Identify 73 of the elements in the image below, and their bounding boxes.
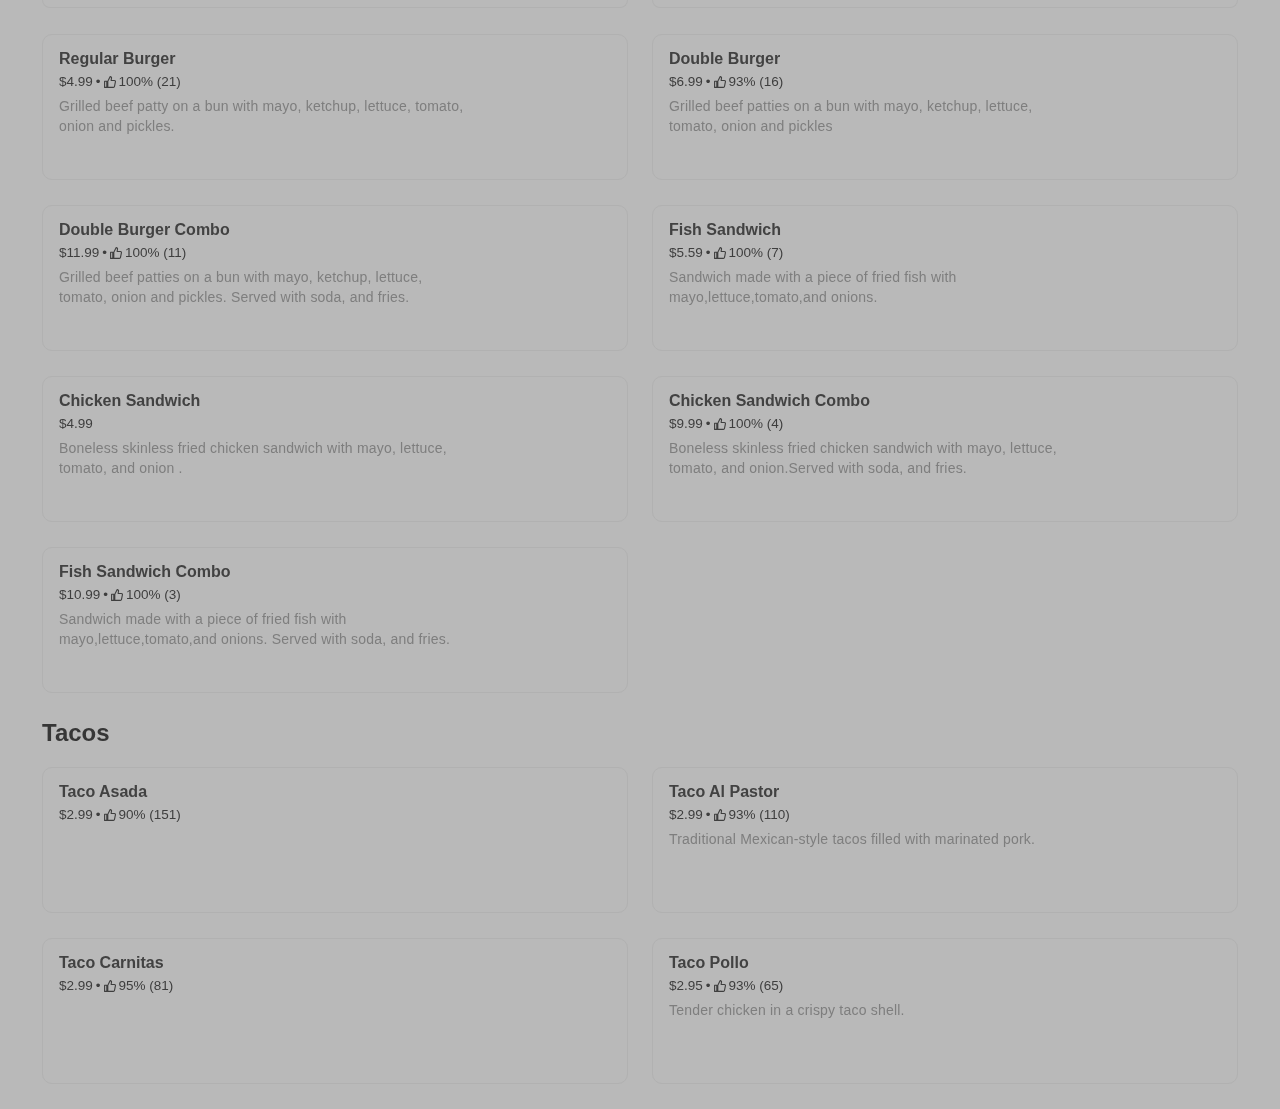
menu-item-card[interactable]: Taco Carnitas $2.99 • 95% (81) (42, 938, 628, 1084)
menu-item-card[interactable]: Chicken Sandwich Combo $9.99 • 100% (4) Boneless skinless fried chicken sandwich with mayo, lettuce, tomato, and onion.Served with soda, and fries. (652, 376, 1238, 522)
thumbs-up-icon (103, 76, 116, 88)
menu-item-card[interactable]: Fish Sandwich Combo $10.99 • 100% (3) Sandwich made with a piece of fried fish with mayo,lettuce,tomato,and onions. Served with soda, and fries. (42, 547, 628, 693)
item-name: Taco Al Pastor (669, 782, 781, 802)
item-rating: 93% (65) (728, 977, 784, 995)
item-rating: 100% (11) (125, 244, 187, 262)
item-price: $5.59 (669, 244, 703, 262)
separator-dot: • (705, 977, 711, 995)
item-name: Fish Sandwich Combo (59, 562, 232, 582)
separator-dot: • (95, 977, 101, 995)
item-price: $4.99 (59, 73, 93, 91)
menu-item-card[interactable]: Chicken Sandwich $4.99 Boneless skinless fried chicken sandwich with mayo, lettuce, tomato, and onion . (42, 376, 628, 522)
item-description: Tender chicken in a crispy taco shell. (669, 1001, 906, 1020)
thumbs-up-icon (713, 980, 726, 992)
thumbs-up-icon (713, 809, 726, 821)
separator-dot: • (705, 415, 711, 433)
menu-item-card[interactable]: Taco Pollo $2.95 • 93% (65) Tender chicken in a crispy taco shell. (652, 938, 1238, 1084)
item-description: Grilled beef patties on a bun with mayo, ketchup, lettuce, tomato, onion and pickles. Served with soda, and fries. (59, 268, 424, 307)
item-price: $9.99 (669, 415, 703, 433)
thumbs-up-icon (103, 980, 116, 992)
item-rating: 93% (110) (728, 806, 790, 824)
item-name: Chicken Sandwich (59, 391, 202, 411)
item-price: $4.99 (59, 415, 93, 433)
item-price: $2.99 (59, 977, 93, 995)
item-rating: 100% (3) (126, 586, 181, 604)
separator-dot: • (103, 586, 109, 604)
item-name: Taco Carnitas (59, 953, 165, 973)
thumbs-up-icon (111, 589, 124, 601)
item-price: $10.99 (59, 586, 101, 604)
item-name: Chicken Sandwich Combo (669, 391, 871, 411)
thumbs-up-icon (103, 809, 116, 821)
thumbs-up-icon (713, 418, 726, 430)
item-rating: 93% (16) (728, 73, 784, 91)
item-price: $2.95 (669, 977, 703, 995)
item-description: Sandwich made with a piece of fried fish with mayo,lettuce,tomato,and onions. Served with soda, and fries. (59, 610, 451, 649)
separator-dot: • (95, 73, 101, 91)
item-rating: 95% (81) (118, 977, 174, 995)
item-name: Double Burger Combo (59, 220, 231, 240)
item-rating: 90% (151) (118, 806, 181, 824)
menu-item-card[interactable]: Fish Sandwich $5.59 • 100% (7) Sandwich made with a piece of fried fish with mayo,lettuce,tomato,and onions. (652, 205, 1238, 351)
item-name: Double Burger (669, 49, 782, 69)
menu-item-card[interactable]: Taco Al Pastor $2.99 • 93% (110) Traditional Mexican-style tacos filled with marinated pork. (652, 767, 1238, 913)
separator-dot: • (102, 244, 108, 262)
item-name: Taco Pollo (669, 953, 750, 973)
item-description: Grilled beef patties on a bun with mayo, ketchup, lettuce, tomato, onion and pickles (669, 97, 1034, 136)
separator-dot: • (95, 806, 101, 824)
thumbs-up-icon (713, 76, 726, 88)
item-price: $2.99 (59, 806, 93, 824)
item-name: Fish Sandwich (669, 220, 782, 240)
item-rating: 100% (4) (728, 415, 784, 433)
menu-item-card[interactable]: Double Burger Combo $11.99 • 100% (11) Grilled beef patties on a bun with mayo, ketchup, lettuce, tomato, onion and pickles. Served with soda, and fries. (42, 205, 628, 351)
item-description: Boneless skinless fried chicken sandwich with mayo, lettuce, tomato, and onion.Served with soda, and fries. (669, 439, 1058, 478)
menu-item-card[interactable]: Double Burger $6.99 • 93% (16) Grilled beef patties on a bun with mayo, ketchup, lettuce, tomato, onion and pickles (652, 34, 1238, 180)
item-price: $11.99 (59, 244, 100, 262)
item-description: Boneless skinless fried chicken sandwich with mayo, lettuce, tomato, and onion . (59, 439, 448, 478)
item-rating: 100% (21) (118, 73, 181, 91)
item-rating: 100% (7) (728, 244, 784, 262)
item-name: Regular Burger (59, 49, 177, 69)
separator-dot: • (705, 244, 711, 262)
thumbs-up-icon (110, 247, 123, 259)
menu-item-card[interactable]: Regular Burger $4.99 • 100% (21) Grilled beef patty on a bun with mayo, ketchup, lettuce, tomato, onion and pickles. (42, 34, 628, 180)
separator-dot: • (705, 73, 711, 91)
item-name: Taco Asada (59, 782, 149, 802)
item-price: $6.99 (669, 73, 703, 91)
separator-dot: • (705, 806, 711, 824)
item-description: Sandwich made with a piece of fried fish with mayo,lettuce,tomato,and onions. (669, 268, 958, 307)
item-price: $2.99 (669, 806, 703, 824)
section-heading: Tacos (42, 718, 111, 748)
thumbs-up-icon (713, 247, 726, 259)
item-description: Traditional Mexican-style tacos filled with marinated pork. (669, 830, 1037, 849)
item-description: Grilled beef patty on a bun with mayo, ketchup, lettuce, tomato, onion and pickles. (59, 97, 465, 136)
menu-item-card[interactable]: Taco Asada $2.99 • 90% (151) (42, 767, 628, 913)
